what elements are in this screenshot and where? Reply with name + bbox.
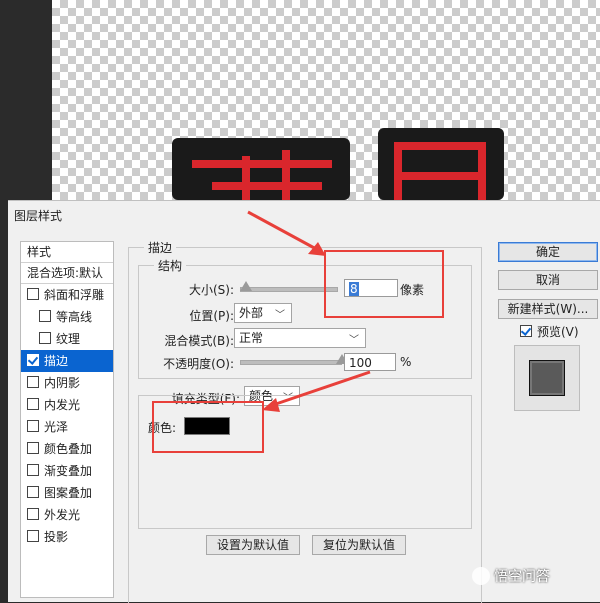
style-preview: [514, 345, 580, 411]
style-item[interactable]: 外发光: [21, 504, 113, 526]
styles-list: 样式 混合选项:默认 斜面和浮雕等高线纹理描边内阴影内发光光泽颜色叠加渐变叠加图…: [20, 241, 114, 598]
style-item-label: 光泽: [44, 420, 69, 434]
annotation-box-color: [152, 401, 264, 453]
position-select[interactable]: 外部 ﹀: [234, 303, 292, 323]
watermark: 悟空问答: [472, 566, 550, 586]
style-item-checkbox[interactable]: [27, 398, 39, 410]
style-item-checkbox[interactable]: [27, 464, 39, 476]
style-item-checkbox[interactable]: [27, 354, 39, 366]
chevron-down-icon: ﹀: [349, 335, 359, 346]
style-item-label: 内发光: [44, 398, 81, 412]
structure-section-title: 结构: [154, 257, 187, 274]
stroke-section-title: 描边: [144, 239, 177, 256]
style-item-label: 等高线: [56, 310, 93, 324]
position-select-value: 外部: [239, 306, 264, 320]
style-item[interactable]: 斜面和浮雕: [21, 284, 113, 306]
style-item[interactable]: 渐变叠加: [21, 460, 113, 482]
style-item[interactable]: 纹理: [21, 328, 113, 350]
reset-default-button[interactable]: 复位为默认值: [312, 535, 406, 555]
style-item[interactable]: 颜色叠加: [21, 438, 113, 460]
style-item-label: 斜面和浮雕: [44, 288, 105, 302]
style-item-checkbox[interactable]: [27, 508, 39, 520]
style-item-label: 渐变叠加: [44, 464, 93, 478]
style-item[interactable]: 图案叠加: [21, 482, 113, 504]
style-item-checkbox[interactable]: [27, 442, 39, 454]
size-slider-handle[interactable]: [240, 281, 252, 291]
preview-toggle[interactable]: 预览(V): [520, 323, 579, 340]
style-item-label: 外发光: [44, 508, 81, 522]
opacity-input[interactable]: 100: [344, 353, 396, 371]
opacity-unit: %: [400, 355, 412, 369]
artwork-glyph-right: [378, 128, 504, 200]
canvas-area: [0, 0, 600, 200]
blend-options-item[interactable]: 混合选项:默认: [21, 263, 113, 284]
artwork-glyph-left: [172, 138, 350, 200]
style-item-checkbox[interactable]: [27, 288, 39, 300]
style-item-checkbox[interactable]: [27, 486, 39, 498]
dialog-title: 图层样式: [14, 209, 63, 223]
style-item-checkbox[interactable]: [39, 332, 51, 344]
style-preview-swatch: [529, 360, 565, 396]
preview-checkbox[interactable]: [520, 325, 532, 337]
style-item[interactable]: 投影: [21, 526, 113, 548]
style-item-checkbox[interactable]: [39, 310, 51, 322]
style-item-label: 纹理: [56, 332, 81, 346]
style-item-label: 描边: [44, 354, 69, 368]
watermark-text: 悟空问答: [494, 569, 550, 585]
style-item-label: 图案叠加: [44, 486, 93, 500]
layer-style-dialog: 图层样式 样式 混合选项:默认 斜面和浮雕 等高线 纹理 描边 内阴影 内发光 光泽 颜色叠加…: [8, 200, 600, 603]
style-item[interactable]: 等高线: [21, 306, 113, 328]
style-item-label: 内阴影: [44, 376, 81, 390]
style-item[interactable]: 内发光: [21, 394, 113, 416]
style-item-label: 颜色叠加: [44, 442, 93, 456]
cancel-button[interactable]: 取消: [498, 270, 598, 290]
preview-label: 预览(V): [537, 325, 579, 339]
style-item-checkbox[interactable]: [27, 376, 39, 388]
style-item[interactable]: 描边: [21, 350, 113, 372]
style-item-checkbox[interactable]: [27, 420, 39, 432]
position-label: 位置(P):: [189, 309, 234, 323]
style-item[interactable]: 内阴影: [21, 372, 113, 394]
watermark-logo-icon: [472, 567, 490, 585]
blend-mode-select[interactable]: 正常 ﹀: [234, 328, 366, 348]
style-item-label: 投影: [44, 530, 69, 544]
opacity-label: 不透明度(O):: [163, 357, 234, 371]
size-label: 大小(S):: [188, 283, 234, 297]
blend-mode-select-value: 正常: [239, 331, 264, 345]
style-item[interactable]: 光泽: [21, 416, 113, 438]
set-default-button[interactable]: 设置为默认值: [206, 535, 300, 555]
styles-header[interactable]: 样式: [21, 242, 113, 263]
blend-mode-label: 混合模式(B):: [164, 334, 234, 348]
opacity-slider-track[interactable]: [240, 360, 342, 365]
ok-button[interactable]: 确定: [498, 242, 598, 262]
chevron-down-icon: ﹀: [275, 310, 285, 321]
annotation-box-size: [324, 250, 444, 318]
new-style-button[interactable]: 新建样式(W)...: [498, 299, 598, 319]
style-item-checkbox[interactable]: [27, 530, 39, 542]
